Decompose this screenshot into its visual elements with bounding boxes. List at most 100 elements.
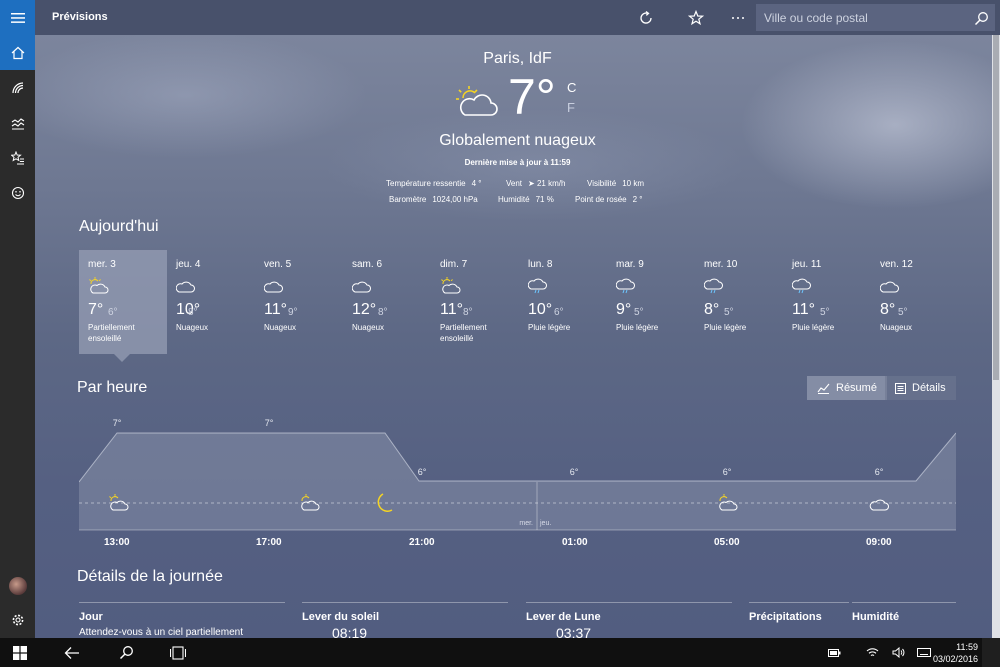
day-low-temp: 5° (724, 307, 734, 318)
day-low-temp: 6° (108, 307, 118, 318)
day-low-temp: 9° (288, 307, 298, 318)
action-center-button[interactable] (982, 638, 1000, 667)
favorite-button[interactable] (687, 9, 705, 27)
day-name: mar. 9 (616, 259, 644, 270)
day-name: sam. 6 (352, 259, 383, 270)
day-card[interactable]: ven. 12 8° 5° Nuageux (871, 250, 959, 354)
search-input[interactable] (764, 9, 964, 26)
nav-feedback-button[interactable] (0, 175, 35, 210)
account-button[interactable] (0, 568, 35, 603)
feels-like-stat: Température ressentie 4 ° (386, 179, 481, 188)
day-low-temp: 5° (634, 307, 644, 318)
wifi-tray-button[interactable] (860, 638, 884, 667)
scrollbar[interactable] (992, 35, 1000, 638)
stat-label: Visibilité (587, 179, 617, 188)
moonrise-label: Lever de Lune (526, 611, 601, 623)
detail-moonrise: Lever de Lune 03:37 (526, 602, 732, 638)
detail-day-label: Jour (79, 611, 103, 623)
day-condition: Nuageux (880, 323, 913, 332)
day-condition: Pluie légère (616, 323, 659, 332)
clock-date: 03/02/2016 (932, 654, 978, 664)
hour-label: 05:00 (714, 537, 740, 548)
taskbar: 11:59 03/02/2016 (0, 638, 1000, 667)
hamburger-menu-button[interactable] (0, 0, 35, 35)
hour-label: 13:00 (104, 537, 130, 548)
day-card[interactable]: jeu. 4 10° 8° Nuageux (167, 250, 255, 354)
scrollbar-thumb[interactable] (993, 35, 999, 380)
fahrenheit-toggle[interactable]: F (567, 100, 575, 115)
search-icon (974, 11, 988, 25)
list-icon (895, 382, 906, 394)
day-divider-right: jeu. (539, 520, 551, 527)
summary-label: Résumé (836, 382, 877, 394)
detail-precipitation: Précipitations (749, 602, 849, 638)
day-card[interactable]: mer. 10 8° 5° Pluie légère (695, 250, 783, 354)
search-button[interactable] (971, 8, 991, 28)
day-card[interactable]: mar. 9 9° 5° Pluie légère (607, 250, 695, 354)
back-arrow-icon (64, 646, 79, 659)
day-high-temp: 8° (880, 301, 896, 318)
day-condition: Nuageux (176, 323, 209, 332)
hamburger-icon (10, 12, 25, 23)
hour-label: 09:00 (866, 537, 892, 548)
day-card[interactable]: dim. 7 11° 8° Partiellement ensoleillé (431, 250, 519, 354)
details-view-button[interactable]: Détails (885, 376, 956, 400)
radar-icon (11, 81, 23, 93)
day-divider-left: mer. (519, 520, 533, 527)
sunrise-label: Lever du soleil (302, 611, 380, 623)
partly-sunny-icon (456, 86, 498, 116)
volume-tray-button[interactable] (886, 638, 910, 667)
volume-icon (892, 647, 904, 658)
summary-view-button[interactable]: Résumé (807, 376, 887, 400)
task-view-button[interactable] (160, 638, 196, 667)
more-options-button[interactable] (729, 9, 747, 27)
day-name: lun. 8 (528, 259, 553, 270)
day-card[interactable]: sam. 6 12° 8° Nuageux (343, 250, 431, 354)
moonrise-value: 03:37 (556, 625, 592, 638)
current-temperature: 7° (508, 69, 556, 125)
stat-value: 71 % (535, 195, 554, 204)
cloud-icon (879, 277, 902, 300)
rain-cloud-icon (615, 277, 638, 300)
day-condition: Pluie légère (792, 323, 835, 332)
start-button[interactable] (2, 638, 38, 667)
day-card[interactable]: lun. 8 10° 6° Pluie légère (519, 250, 607, 354)
battery-tray-button[interactable] (822, 638, 846, 667)
app-header: Prévisions (35, 0, 1000, 35)
windows-logo-icon (13, 645, 27, 660)
day-card[interactable]: ven. 5 11° 9° Nuageux (255, 250, 343, 354)
day-condition: Partiellement ensoleillé (440, 323, 487, 343)
day-card[interactable]: jeu. 11 11° 5° Pluie légère (783, 250, 871, 354)
detail-day: Jour Attendez-vous à un ciel partielleme… (79, 602, 285, 638)
hour-temp-label: 6° (723, 467, 732, 477)
rain-cloud-icon (791, 277, 814, 300)
cloud-icon (351, 277, 374, 300)
task-view-icon (170, 645, 186, 660)
day-name: jeu. 4 (176, 259, 201, 270)
celsius-toggle[interactable]: C (567, 80, 576, 95)
back-button[interactable] (54, 638, 90, 667)
stat-value: 1024,00 hPa (432, 195, 478, 204)
refresh-button[interactable] (637, 9, 655, 27)
search-icon (119, 646, 133, 660)
wifi-icon (866, 648, 878, 657)
partly-sunny-icon (88, 277, 110, 300)
day-high-temp: 12° (352, 301, 377, 318)
day-name: ven. 5 (264, 259, 292, 270)
day-condition: Nuageux (352, 323, 385, 332)
current-condition: Globalement nuageux (439, 132, 596, 149)
chart-icon (817, 383, 830, 394)
day-name: dim. 7 (440, 259, 468, 270)
avatar (8, 576, 27, 595)
day-card[interactable]: mer. 3 7° 6° Partiellement ensoleillé (79, 250, 167, 354)
stat-label: Point de rosée (575, 195, 627, 204)
nav-maps-button[interactable] (0, 70, 35, 105)
stat-label: Vent (506, 179, 523, 188)
taskbar-clock[interactable]: 11:59 03/02/2016 (933, 641, 978, 665)
more-icon (732, 17, 744, 19)
taskbar-search-button[interactable] (108, 638, 144, 667)
visibility-stat: Visibilité 10 km (587, 179, 644, 188)
hour-temp-label: 7° (113, 418, 122, 428)
stat-value: 10 km (622, 179, 644, 188)
settings-button[interactable] (0, 602, 35, 637)
